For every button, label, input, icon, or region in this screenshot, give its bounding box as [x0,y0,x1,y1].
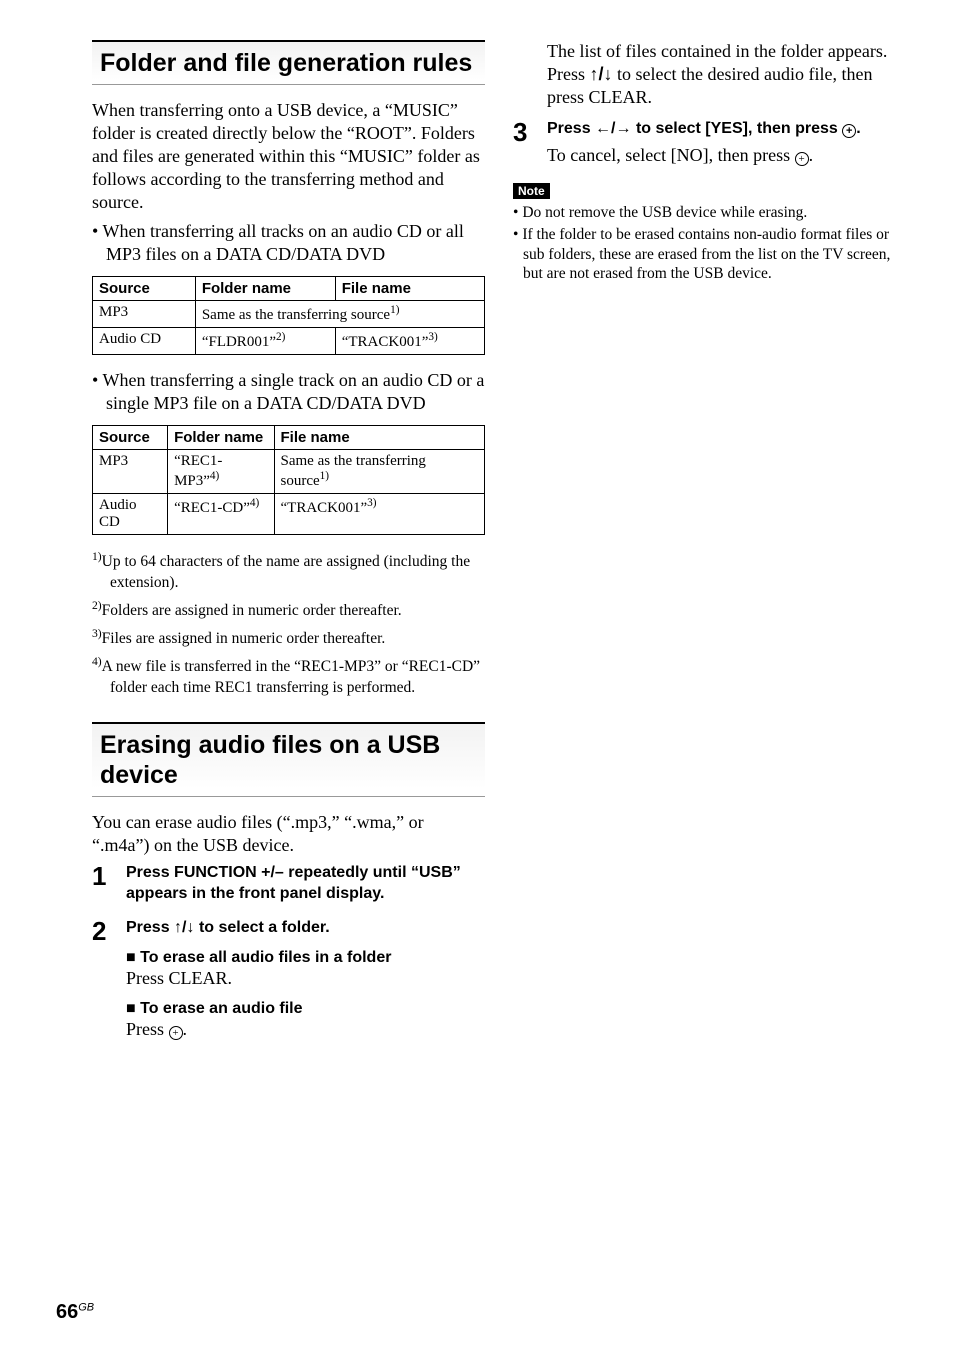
step-number: 3 [513,119,533,167]
cell-source: Audio CD [93,494,168,535]
step-number: 1 [92,863,112,909]
note-label: Note [513,183,550,199]
th-file: File name [335,277,484,301]
th-source: Source [93,277,196,301]
table-row: MP3 Same as the transferring source1) [93,301,485,328]
bullet-single-track: When transferring a single track on an a… [92,369,485,415]
cell-source: MP3 [93,301,196,328]
footnote: 1)Up to 64 characters of the name are as… [92,549,485,592]
table-row: Audio CD “REC1-CD”4) “TRACK001”3) [93,494,485,535]
cell-merged: Same as the transferring source1) [195,301,484,328]
page-number: 66GB [56,1301,94,1324]
step-3: 3 Press ←/→ to select [YES], then press … [513,119,906,167]
cell-folder: “REC1-CD”4) [168,494,274,535]
step-text: To cancel, select [NO], then press +. [547,144,906,167]
cell-source: MP3 [93,450,168,494]
cell-folder: “FLDR001”2) [195,328,335,355]
footnote: 2)Folders are assigned in numeric order … [92,598,485,621]
cell-file: “TRACK001”3) [274,494,484,535]
step2-continuation-1: The list of files contained in the folde… [547,40,906,63]
section-title-folder-rules: Folder and file generation rules [92,40,485,85]
sub-text: Press +. [126,1018,485,1041]
th-source: Source [93,426,168,450]
table-single-track: Source Folder name File name MP3 “REC1-M… [92,425,485,535]
up-down-arrows-icon: ↑/↓ [174,919,194,936]
sub-heading-erase-one: To erase an audio file [126,1000,485,1018]
footnote: 4)A new file is transferred in the “REC1… [92,654,485,697]
left-right-arrows-icon: ←/→ [595,120,631,137]
footnotes: 1)Up to 64 characters of the name are as… [92,549,485,697]
step-instruction: Press FUNCTION +/– repeatedly until “USB… [126,863,485,905]
footnote: 3)Files are assigned in numeric order th… [92,626,485,649]
sub-heading-erase-all: To erase all audio files in a folder [126,949,485,967]
th-file: File name [274,426,484,450]
intro-paragraph: When transferring onto a USB device, a “… [92,99,485,214]
enter-button-icon: + [795,152,809,166]
table-row: MP3 “REC1-MP3”4) Same as the transferrin… [93,450,485,494]
cell-source: Audio CD [93,328,196,355]
enter-button-icon: + [169,1026,183,1040]
step-instruction: Press ↑/↓ to select a folder. [126,918,485,939]
cell-file: Same as the transferring source1) [274,450,484,494]
step2-continuation-2: Press ↑/↓ to select the desired audio fi… [547,63,906,109]
cell-folder: “REC1-MP3”4) [168,450,274,494]
step-number: 2 [92,918,112,1041]
th-folder: Folder name [168,426,274,450]
erase-intro: You can erase audio files (“.mp3,” “.wma… [92,811,485,857]
cell-file: “TRACK001”3) [335,328,484,355]
table-all-tracks: Source Folder name File name MP3 Same as… [92,276,485,355]
step-2: 2 Press ↑/↓ to select a folder. To erase… [92,918,485,1041]
note-item: Do not remove the USB device while erasi… [513,203,906,223]
note-list: Do not remove the USB device while erasi… [513,203,906,284]
step-1: 1 Press FUNCTION +/– repeatedly until “U… [92,863,485,909]
note-item: If the folder to be erased contains non-… [513,225,906,284]
section-title-erasing: Erasing audio files on a USB device [92,722,485,797]
step-instruction: Press ←/→ to select [YES], then press +. [547,119,906,140]
enter-button-icon: + [842,124,856,138]
table-row: Audio CD “FLDR001”2) “TRACK001”3) [93,328,485,355]
sub-text: Press CLEAR. [126,967,485,990]
bullet-all-tracks: When transferring all tracks on an audio… [92,220,485,266]
th-folder: Folder name [195,277,335,301]
up-down-arrows-icon: ↑/↓ [590,64,613,84]
